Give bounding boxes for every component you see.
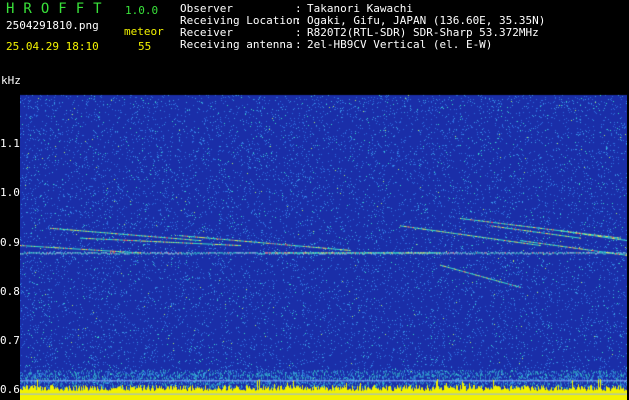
info-row-antenna: Receiving antenna:2el-HB9CV Vertical (el… <box>180 38 493 51</box>
meteor-count: 55 <box>138 40 152 53</box>
y-tick-label: 1.0 <box>0 186 20 200</box>
spectrogram-canvas <box>20 78 627 400</box>
meteor-label: meteor <box>124 25 164 38</box>
date-time: 25.04.29 18:10 <box>6 40 99 53</box>
spectrogram <box>20 78 627 400</box>
y-tick-label: 0.7 <box>0 333 20 347</box>
station-info: Observer: Takanori Kawachi Receiving Loca… <box>180 3 545 51</box>
app-logo: HROFFT <box>6 1 111 17</box>
header-panel: HROFFT 1.0.0 2504291810.png 25.04.29 18:… <box>0 0 629 78</box>
y-tick-label: 1.1 <box>0 137 20 151</box>
app-version: 1.0.0 <box>125 4 159 17</box>
y-tick-label: 0.8 <box>0 284 20 298</box>
y-tick-label: 0.9 <box>0 235 20 249</box>
y-axis-unit: kHz <box>1 74 21 87</box>
file-name: 2504291810.png <box>6 19 99 32</box>
y-tick-label: 0.6 <box>0 383 20 397</box>
